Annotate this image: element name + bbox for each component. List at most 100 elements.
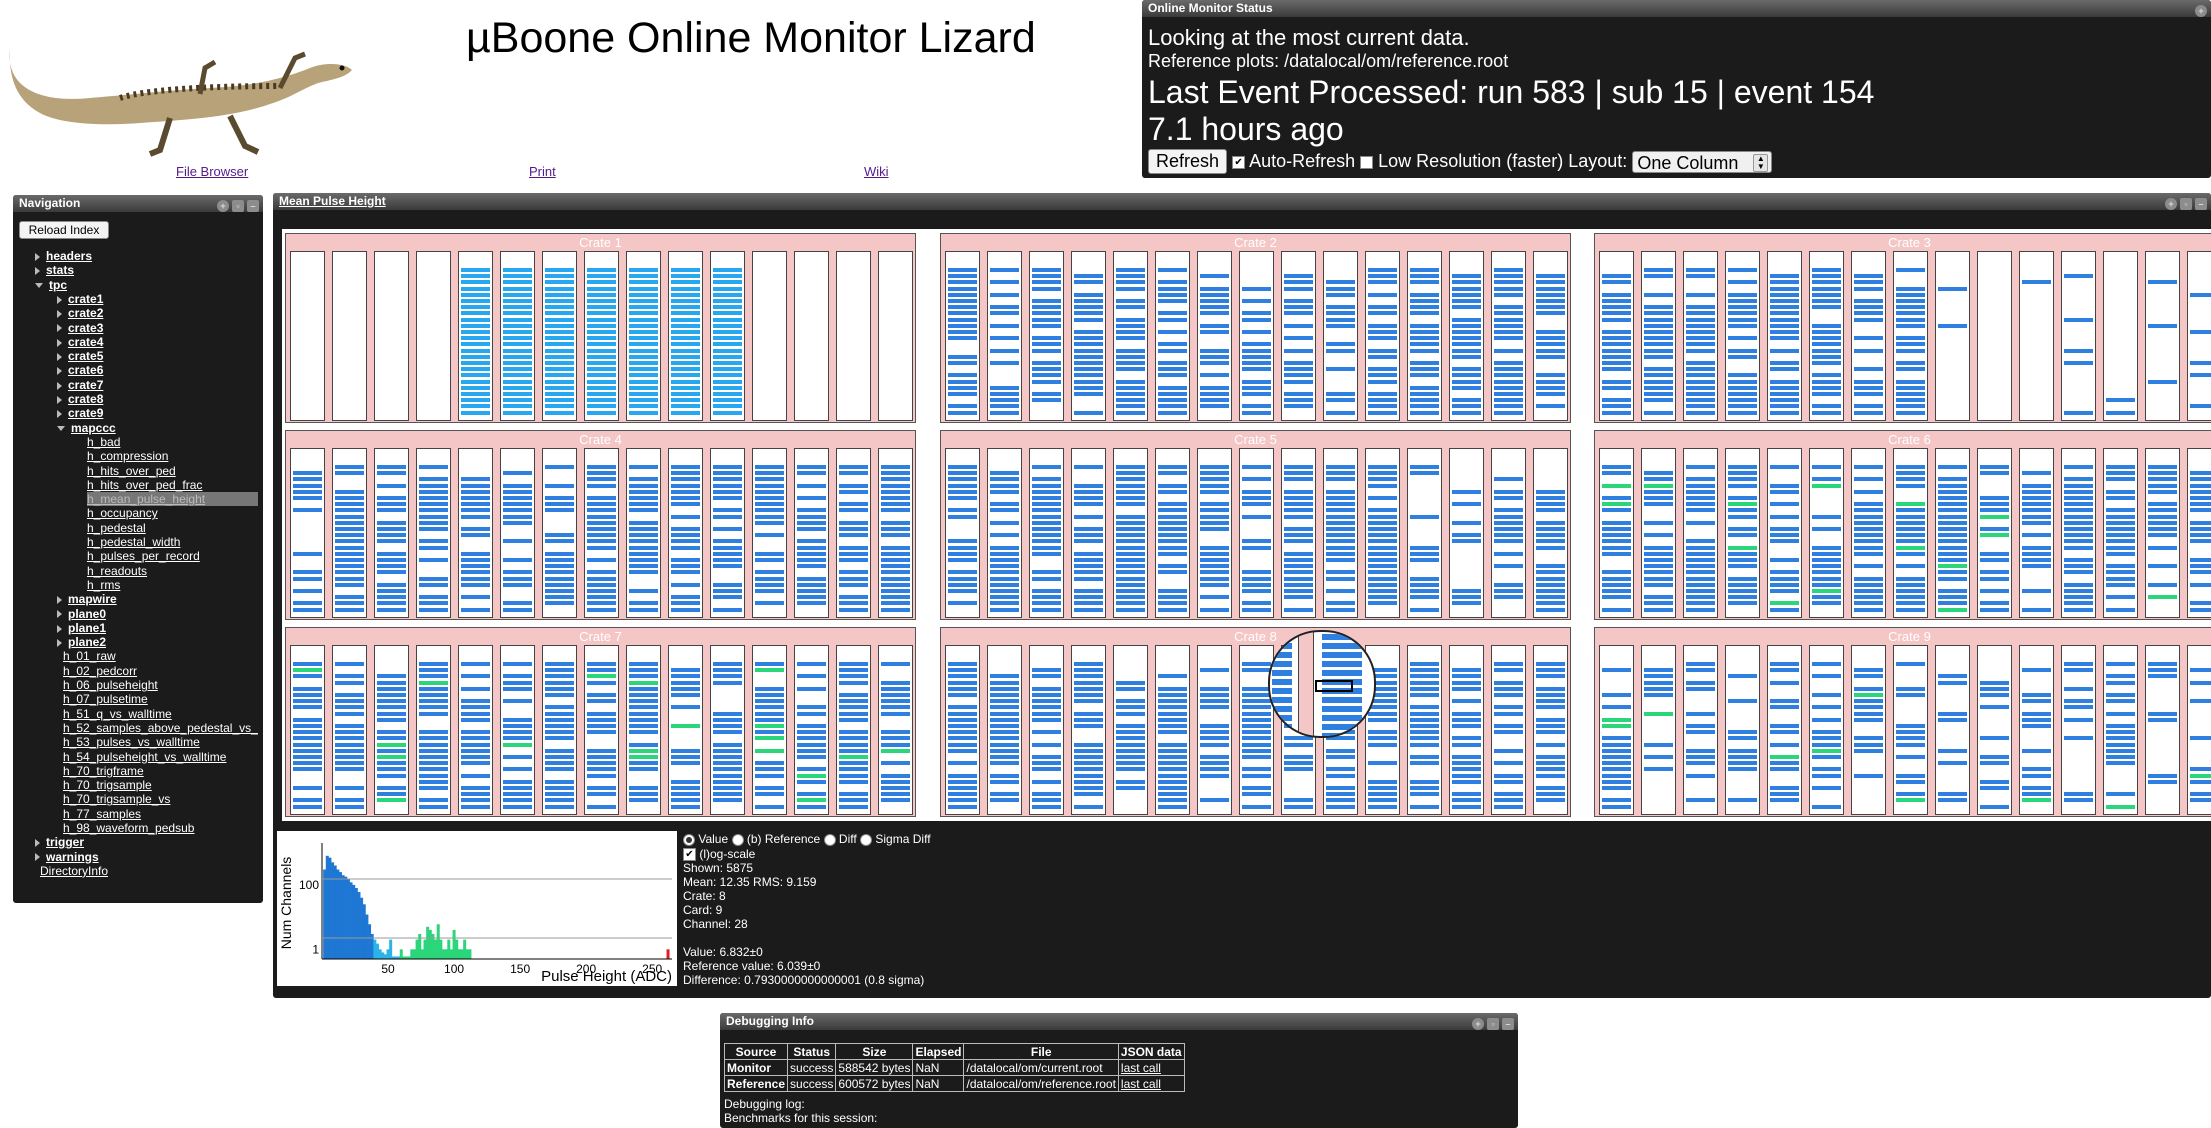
- tree-folder-plane1[interactable]: plane1: [57, 621, 106, 635]
- triangle-right-icon[interactable]: [57, 395, 62, 404]
- card-17[interactable]: 17: [987, 645, 1022, 815]
- card-10[interactable]: 10: [626, 645, 661, 815]
- tree-folder-crate5[interactable]: crate5: [57, 349, 103, 363]
- card-15[interactable]: 15: [416, 251, 451, 421]
- card-13[interactable]: 13: [1809, 645, 1844, 815]
- triangle-right-icon[interactable]: [35, 839, 40, 848]
- card-14[interactable]: 14: [1767, 645, 1802, 815]
- card-17[interactable]: 17: [1641, 448, 1676, 618]
- crate-map-canvas[interactable]: Crate 1 18 17 16 15 14 13 12 11 10 9 8 7 6 5 4 Crate 2 18…: [282, 229, 2211, 821]
- card-4[interactable]: 4: [2187, 251, 2211, 421]
- tree-leaf-h-hits-over-ped[interactable]: h_hits_over_ped: [87, 464, 176, 478]
- card-14[interactable]: 14: [458, 448, 493, 618]
- tree-folder-warnings[interactable]: warnings: [35, 850, 99, 864]
- card-14[interactable]: 14: [1767, 251, 1802, 421]
- card-6[interactable]: 6: [794, 448, 829, 618]
- card-10[interactable]: 10: [1281, 448, 1316, 618]
- card-18[interactable]: 18: [290, 251, 325, 421]
- card-11[interactable]: 11: [1893, 448, 1928, 618]
- card-13[interactable]: 13: [500, 251, 535, 421]
- card-16[interactable]: 16: [374, 645, 409, 815]
- tree-folder-plane0[interactable]: plane0: [57, 607, 106, 621]
- card-8[interactable]: 8: [710, 251, 745, 421]
- card-7[interactable]: 7: [752, 645, 787, 815]
- card-13[interactable]: 13: [1155, 645, 1190, 815]
- tree-leaf-h-bad[interactable]: h_bad: [87, 435, 120, 449]
- tree-leaf-h-compression[interactable]: h_compression: [87, 449, 168, 463]
- tree-leaf-h-53-pulses-vs-walltime[interactable]: h_53_pulses_vs_walltime: [63, 735, 200, 749]
- triangle-right-icon[interactable]: [57, 410, 62, 419]
- card-18[interactable]: 18: [945, 251, 980, 421]
- card-11[interactable]: 11: [1239, 251, 1274, 421]
- tree-folder-trigger[interactable]: trigger: [35, 835, 84, 849]
- card-5[interactable]: 5: [1491, 251, 1526, 421]
- restore-icon[interactable]: ▫: [232, 200, 244, 212]
- tree-leaf-h-hits-over-ped-frac[interactable]: h_hits_over_ped_frac: [87, 478, 202, 492]
- triangle-right-icon[interactable]: [57, 338, 62, 347]
- triangle-right-icon[interactable]: [57, 324, 62, 333]
- tree-leaf-h-readouts[interactable]: h_readouts: [87, 564, 147, 578]
- minimize-icon[interactable]: –: [2195, 198, 2207, 210]
- card-8[interactable]: 8: [2019, 448, 2054, 618]
- card-5[interactable]: 5: [2145, 645, 2180, 815]
- tree-leaf-h-06-pulseheight[interactable]: h_06_pulseheight: [63, 678, 158, 692]
- card-6[interactable]: 6: [2103, 645, 2138, 815]
- histogram-plot[interactable]: 50 100 150 200 250 1 100 Pulse Height (ADC) Nu…: [277, 831, 677, 986]
- tree-leaf-h-70-trigsample[interactable]: h_70_trigsample: [63, 778, 152, 792]
- logscale-checkbox[interactable]: ✔: [683, 848, 696, 862]
- card-9[interactable]: 9: [1323, 448, 1358, 618]
- card-4[interactable]: 4: [1533, 645, 1568, 815]
- card-9[interactable]: 9: [1977, 645, 2012, 815]
- tree-folder-tpc[interactable]: tpc: [35, 278, 67, 292]
- card-16[interactable]: 16: [374, 251, 409, 421]
- card-14[interactable]: 14: [1113, 645, 1148, 815]
- card-9[interactable]: 9: [1977, 251, 2012, 421]
- card-4[interactable]: 4: [2187, 645, 2211, 815]
- card-8[interactable]: 8: [2019, 645, 2054, 815]
- card-12[interactable]: 12: [1197, 645, 1232, 815]
- crate-3[interactable]: Crate 3 18 17 16 15 14 13 12 11 10 9 8 7 6 5 4: [1594, 233, 2211, 423]
- triangle-right-icon[interactable]: [35, 267, 40, 276]
- card-9[interactable]: 9: [1323, 251, 1358, 421]
- triangle-right-icon[interactable]: [57, 596, 62, 605]
- add-icon[interactable]: +: [217, 200, 229, 212]
- card-14[interactable]: 14: [1113, 448, 1148, 618]
- card-7[interactable]: 7: [1407, 251, 1442, 421]
- reload-index-button[interactable]: Reload Index: [19, 221, 109, 239]
- card-18[interactable]: 18: [290, 448, 325, 618]
- tree-leaf-h-77-samples[interactable]: h_77_samples: [63, 807, 141, 821]
- tree-folder-crate9[interactable]: crate9: [57, 406, 103, 420]
- crate-9[interactable]: Crate 9 18 17 16 15 14 13 12 11 10 9 8 7 6 5 4: [1594, 627, 2211, 817]
- card-9[interactable]: 9: [668, 645, 703, 815]
- tree-folder-crate8[interactable]: crate8: [57, 392, 103, 406]
- card-7[interactable]: 7: [2061, 448, 2096, 618]
- card-4[interactable]: 4: [1533, 251, 1568, 421]
- card-7[interactable]: 7: [2061, 645, 2096, 815]
- tree-leaf-h-98-waveform-pedsub[interactable]: h_98_waveform_pedsub: [63, 821, 194, 835]
- card-12[interactable]: 12: [1197, 448, 1232, 618]
- card-11[interactable]: 11: [584, 448, 619, 618]
- tree-leaf-h-52-samples-above-pedestal-vs-[interactable]: h_52_samples_above_pedestal_vs_: [63, 721, 258, 735]
- card-13[interactable]: 13: [1809, 251, 1844, 421]
- card-12[interactable]: 12: [1197, 251, 1232, 421]
- card-4[interactable]: 4: [878, 448, 913, 618]
- card-6[interactable]: 6: [1449, 251, 1484, 421]
- crate-5[interactable]: Crate 5 18 17 16 15 14 13 12 11 10 9 8 7 6 5 4: [940, 430, 1571, 620]
- card-14[interactable]: 14: [1113, 251, 1148, 421]
- crate-8[interactable]: Crate 8181716151413121110987654: [940, 627, 1571, 817]
- card-17[interactable]: 17: [332, 448, 367, 618]
- card-15[interactable]: 15: [416, 645, 451, 815]
- expand-icon[interactable]: +: [2195, 5, 2207, 17]
- tree-leaf-h-51-q-vs-walltime[interactable]: h_51_q_vs_walltime: [63, 707, 172, 721]
- triangle-right-icon[interactable]: [57, 610, 62, 619]
- card-7[interactable]: 7: [1407, 645, 1442, 815]
- print-link[interactable]: Print: [529, 164, 556, 179]
- card-16[interactable]: 16: [1683, 251, 1718, 421]
- triangle-right-icon[interactable]: [35, 252, 40, 261]
- card-11[interactable]: 11: [1893, 645, 1928, 815]
- json-link[interactable]: last call: [1117, 1059, 1185, 1076]
- card-7[interactable]: 7: [1407, 448, 1442, 618]
- crate-7[interactable]: Crate 7 18 17 16 15 14 13 12 11 10 9 8 7 6 5 4: [285, 627, 916, 817]
- card-18[interactable]: 18: [945, 645, 980, 815]
- card-14[interactable]: 14: [458, 645, 493, 815]
